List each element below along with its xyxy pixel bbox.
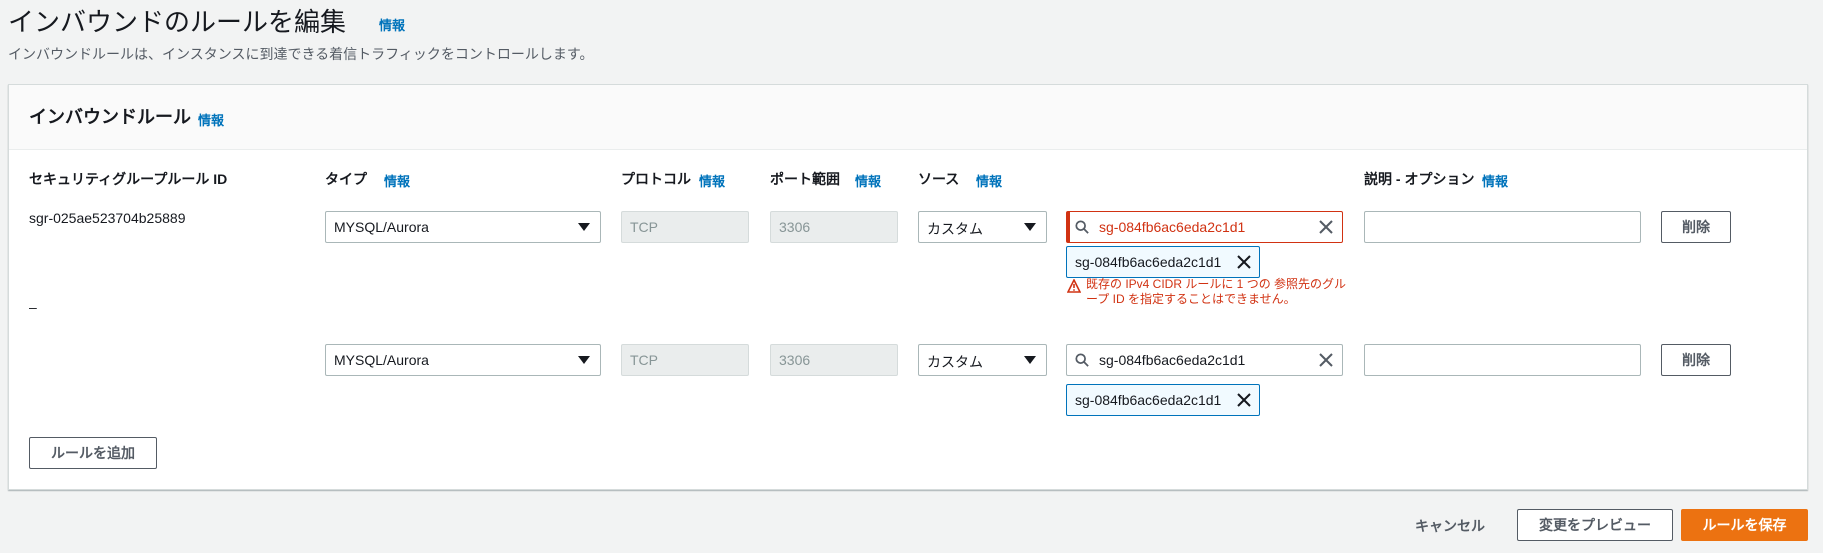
warning-icon — [1067, 279, 1081, 293]
source-search-value: sg-084fb6ac6eda2c1d1 — [1099, 219, 1246, 235]
type-info-link[interactable]: 情報 — [384, 171, 410, 190]
inbound-rules-panel: インバウンドルール 情報 セキュリティグループルール ID タイプ 情報 プロト… — [8, 84, 1808, 490]
description-info-link[interactable]: 情報 — [1482, 171, 1508, 190]
rule-id: – — [29, 299, 37, 315]
close-icon[interactable] — [1237, 255, 1251, 269]
column-header-type: タイプ — [325, 171, 367, 187]
column-header-rule-id: セキュリティグループルール ID — [29, 171, 228, 187]
source-search-input[interactable]: sg-084fb6ac6eda2c1d1 — [1066, 344, 1343, 376]
error-line-1: 既存の IPv4 CIDR ルールに 1 つの 参照先のグル — [1086, 277, 1347, 291]
caret-down-icon — [1024, 356, 1036, 364]
column-header-protocol: プロトコル — [621, 171, 691, 187]
column-header-description: 説明 - オプション — [1364, 171, 1475, 187]
source-token-label: sg-084fb6ac6eda2c1d1 — [1075, 392, 1222, 408]
port-range-input: 3306 — [770, 211, 898, 243]
type-select[interactable]: MYSQL/Aurora — [325, 344, 601, 376]
page-info-link[interactable]: 情報 — [379, 15, 405, 34]
port-range-info-link[interactable]: 情報 — [855, 171, 881, 190]
delete-button[interactable]: 削除 — [1661, 344, 1731, 376]
type-select-value: MYSQL/Aurora — [334, 352, 429, 368]
caret-down-icon — [578, 356, 590, 364]
type-select[interactable]: MYSQL/Aurora — [325, 211, 601, 243]
source-search-value: sg-084fb6ac6eda2c1d1 — [1099, 352, 1246, 368]
save-rules-button[interactable]: ルールを保存 — [1681, 509, 1808, 541]
protocol-input: TCP — [621, 344, 749, 376]
page-title: インバウンドのルールを編集 — [8, 7, 347, 37]
close-icon[interactable] — [1318, 352, 1334, 368]
type-select-value: MYSQL/Aurora — [334, 219, 429, 235]
column-header-port-range: ポート範囲 — [770, 171, 840, 187]
source-token: sg-084fb6ac6eda2c1d1 — [1066, 384, 1260, 416]
protocol-input: TCP — [621, 211, 749, 243]
close-icon[interactable] — [1318, 219, 1334, 235]
cancel-button[interactable]: キャンセル — [1415, 516, 1485, 536]
source-error-message: 既存の IPv4 CIDR ルールに 1 つの 参照先のグル ープ ID を指定… — [1086, 277, 1346, 307]
source-info-link[interactable]: 情報 — [976, 171, 1002, 190]
source-search-input[interactable]: sg-084fb6ac6eda2c1d1 — [1066, 211, 1343, 243]
protocol-info-link[interactable]: 情報 — [699, 171, 725, 190]
page-description: インバウンドルールは、インスタンスに到達できる着信トラフィックをコントロールしま… — [8, 46, 594, 62]
error-line-2: ープ ID を指定することはできません。 — [1086, 292, 1296, 306]
source-type-select[interactable]: カスタム — [918, 344, 1047, 376]
search-icon — [1075, 353, 1089, 367]
preview-changes-button[interactable]: 変更をプレビュー — [1517, 509, 1673, 541]
source-token: sg-084fb6ac6eda2c1d1 — [1066, 246, 1260, 278]
delete-button[interactable]: 削除 — [1661, 211, 1731, 243]
caret-down-icon — [578, 223, 590, 231]
description-input[interactable] — [1364, 211, 1641, 243]
panel-info-link[interactable]: 情報 — [198, 110, 224, 129]
source-token-label: sg-084fb6ac6eda2c1d1 — [1075, 254, 1222, 270]
close-icon[interactable] — [1237, 393, 1251, 407]
column-header-source: ソース — [918, 171, 960, 187]
rule-id: sgr-025ae523704b25889 — [29, 210, 186, 226]
source-type-value: カスタム — [927, 354, 983, 370]
add-rule-button[interactable]: ルールを追加 — [29, 437, 157, 469]
source-type-value: カスタム — [927, 221, 983, 237]
description-input[interactable] — [1364, 344, 1641, 376]
panel-header: インバウンドルール 情報 — [9, 85, 1807, 150]
search-icon — [1075, 220, 1089, 234]
port-range-input: 3306 — [770, 344, 898, 376]
caret-down-icon — [1024, 223, 1036, 231]
source-type-select[interactable]: カスタム — [918, 211, 1047, 243]
panel-title: インバウンドルール — [29, 107, 191, 127]
